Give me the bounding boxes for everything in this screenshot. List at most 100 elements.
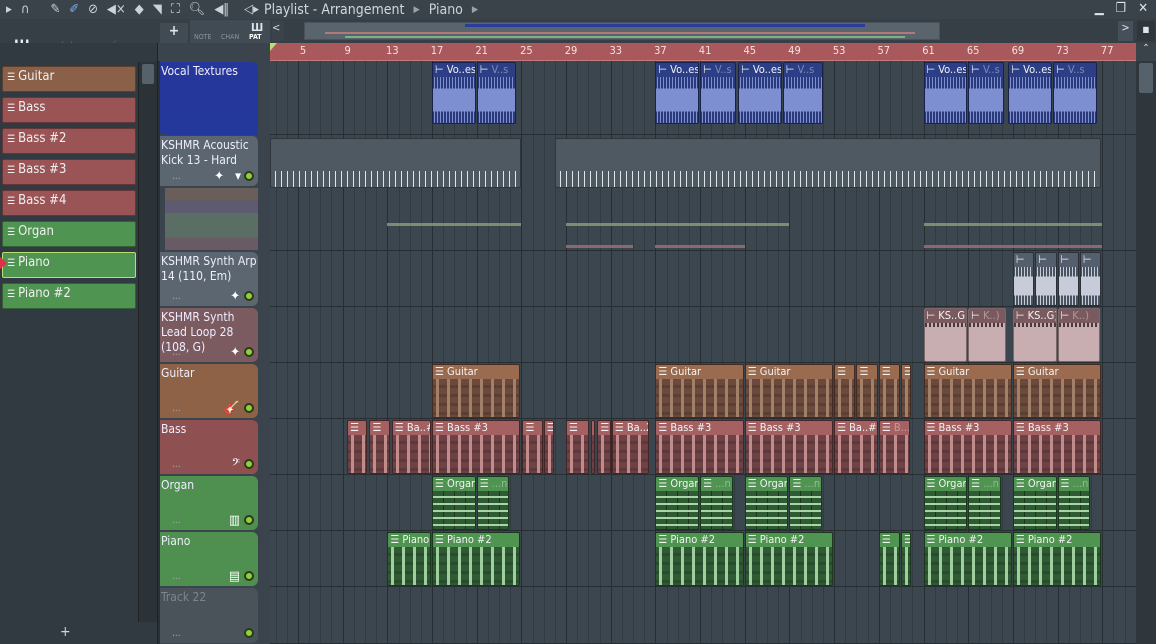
track-mute-led[interactable] (244, 571, 254, 581)
pencil-icon[interactable]: ✎ (50, 2, 60, 17)
track-header[interactable]: KSHMR Acoustic Kick 13 - Hard... ✦ ▾ (160, 136, 258, 186)
pattern-item[interactable]: ☰ Organ (2, 221, 136, 247)
mute-icon[interactable]: ◀× (107, 2, 126, 17)
audio-clip[interactable] (270, 138, 522, 188)
pattern-clip[interactable]: ☰ (834, 364, 856, 418)
vertical-scrollbar[interactable] (1136, 61, 1156, 644)
paint-brush-icon[interactable]: ✐ (69, 2, 79, 17)
track-menu-dots[interactable]: ... (172, 289, 181, 304)
pattern-clip[interactable]: ☰ Piano #2 (744, 532, 834, 586)
pattern-clip[interactable]: ☰ (522, 420, 543, 474)
zoom-icon[interactable]: 🔍︎ (189, 2, 206, 17)
pattern-clip[interactable]: ☰ Guitar (744, 364, 834, 418)
pattern-clip[interactable]: ☰ Organ (923, 476, 968, 530)
audio-clip[interactable]: ⊢ Vo..es (1008, 62, 1053, 124)
track-lane[interactable] (270, 252, 1136, 307)
minimize-icon[interactable]: ▁ (1095, 1, 1104, 16)
pattern-clip[interactable]: ☰ ...n (476, 476, 510, 530)
pattern-clip[interactable]: ☰ Organ (655, 476, 700, 530)
audio-clip[interactable]: ⊢ K..) (1057, 308, 1101, 362)
audio-clip[interactable]: ⊢ Vo..es (432, 62, 476, 124)
overview-menu-button[interactable]: ■ (1137, 21, 1155, 41)
track-menu-dots[interactable]: ... (172, 569, 181, 584)
track-header[interactable]: Guitar... 🎸 (160, 364, 258, 418)
pattern-clip[interactable]: ☰ Guitar (1012, 364, 1102, 418)
track-mute-led[interactable] (244, 171, 254, 181)
audio-clip[interactable]: ⊢ KS..G) (923, 308, 968, 362)
audio-clip[interactable]: ⊢ V..s (968, 62, 1005, 124)
pattern-clip[interactable]: ☰ Ba..#4 (834, 420, 878, 474)
pattern-clip[interactable]: ☰ B... (878, 420, 911, 474)
timeline-ruler[interactable]: 5 9 13 17 21 25 29 33 37 41 45 49 53 57 61 65 69 73 77 (270, 43, 1136, 61)
audio-clip[interactable]: ⊢ (1012, 252, 1035, 306)
pattern-clip[interactable]: ☰ (878, 532, 901, 586)
slip-icon[interactable]: ◆ (135, 2, 144, 17)
pattern-item[interactable]: ☰ Guitar (2, 66, 136, 92)
track-header[interactable]: Piano... ▤ (160, 532, 258, 586)
pattern-clip[interactable]: ☰ Bass #3 (1012, 420, 1102, 474)
audio-clip[interactable]: ⊢ (1057, 252, 1079, 306)
track-header[interactable]: Organ... ▥ (160, 476, 258, 530)
audio-clip[interactable]: ⊢ (1079, 252, 1102, 306)
current-pattern[interactable]: Piano (429, 2, 463, 18)
playhead-marker[interactable] (270, 43, 277, 51)
pattern-clip[interactable]: ☰ Piano #2 (1012, 532, 1102, 586)
playlist-grid[interactable]: ⊢ Vo..es ⊢ V..s ⊢ Vo..es ⊢ V..s ⊢ Vo..es ⊢ V.… (270, 61, 1136, 644)
menu-arrow-icon[interactable]: ▸ (6, 2, 12, 17)
track-mute-led[interactable] (244, 459, 254, 469)
pattern-item[interactable]: ☰ Bass (2, 97, 136, 123)
overview-minimap[interactable] (304, 22, 940, 40)
scroll-up-button[interactable]: ⌃ (1136, 43, 1156, 61)
pattern-clip[interactable]: ☰ (543, 420, 554, 474)
pattern-clip[interactable]: ☰ (597, 420, 611, 474)
pattern-item[interactable]: ☰ Piano (0, 252, 136, 278)
track-header[interactable]: Bass... 𝄢 (160, 420, 258, 474)
pattern-clip[interactable]: ☰ ...n (700, 476, 733, 530)
track-menu-dots[interactable]: ... (172, 169, 181, 184)
delete-icon[interactable]: ⊘ (88, 2, 98, 17)
track-menu-dots[interactable]: ... (172, 626, 181, 641)
pattern-item[interactable]: ☰ Bass #3 (2, 159, 136, 185)
playback-icon[interactable]: ◀‖ (214, 2, 229, 17)
audio-clip[interactable]: ⊢ Vo..es (655, 62, 700, 124)
audio-clip[interactable]: ⊢ Vo..es (738, 62, 782, 124)
pattern-clip[interactable]: ☰ (856, 364, 878, 418)
pattern-item[interactable]: ☰ Bass #2 (2, 128, 136, 154)
add-pattern-button[interactable]: + (60, 624, 71, 640)
pattern-clip[interactable]: ☰ (590, 420, 596, 474)
pattern-clip[interactable]: ☰ ...n (789, 476, 822, 530)
pattern-item[interactable]: ☰ Bass #4 (2, 190, 136, 216)
audio-clip[interactable]: ⊢ K..) (968, 308, 1007, 362)
pattern-clip[interactable]: ☰ Piano (387, 532, 431, 586)
track-mute-led[interactable] (244, 291, 254, 301)
select-icon[interactable]: ⛶ (171, 2, 180, 17)
pattern-clip[interactable]: ☰ (347, 420, 368, 474)
scroll-right-button[interactable]: > (1118, 21, 1133, 41)
pattern-clip[interactable]: ☰ Ba..#2 (391, 420, 431, 474)
add-track-button[interactable]: + (160, 23, 188, 43)
scroll-left-button[interactable]: < (272, 21, 284, 41)
track-header[interactable]: KSHMR Synth Arp 14 (110, Em)... ✦ (160, 252, 258, 306)
track-mute-led[interactable] (244, 403, 254, 413)
audio-clip[interactable] (554, 138, 1102, 188)
audio-clip[interactable]: ⊢ KS..G) (1012, 308, 1057, 362)
pattern-item[interactable]: ☰ Piano #2 (2, 283, 136, 309)
track-lane[interactable] (270, 588, 1136, 644)
chan-filter[interactable]: CHAN (221, 33, 239, 41)
pattern-clip[interactable]: ☰ Piano #2 (655, 532, 744, 586)
track-menu-dots[interactable]: ... (172, 345, 181, 360)
audio-clip[interactable]: ⊢ V..s (1053, 62, 1097, 124)
audio-clip[interactable]: ⊢ (1035, 252, 1057, 306)
pattern-clip[interactable]: ☰ (901, 532, 912, 586)
track-menu-dots[interactable]: ... (172, 401, 181, 416)
pattern-clip[interactable]: ☰ Bass #3 (432, 420, 521, 474)
restore-icon[interactable]: ❐ (1116, 1, 1127, 16)
pattern-clip[interactable]: ☰ Bass #3 (923, 420, 1012, 474)
pattern-scrollbar[interactable] (138, 62, 157, 622)
audio-clip[interactable]: ⊢ Vo..es (923, 62, 968, 124)
pattern-clip[interactable]: ☰ Organ (744, 476, 789, 530)
slice-icon[interactable]: ◥ (153, 2, 162, 17)
dropdown-arrow-icon[interactable]: ▾ (235, 169, 241, 184)
pattern-clip[interactable]: ☰ ...n (1057, 476, 1091, 530)
pattern-clip[interactable]: ☰ Organ (1012, 476, 1057, 530)
